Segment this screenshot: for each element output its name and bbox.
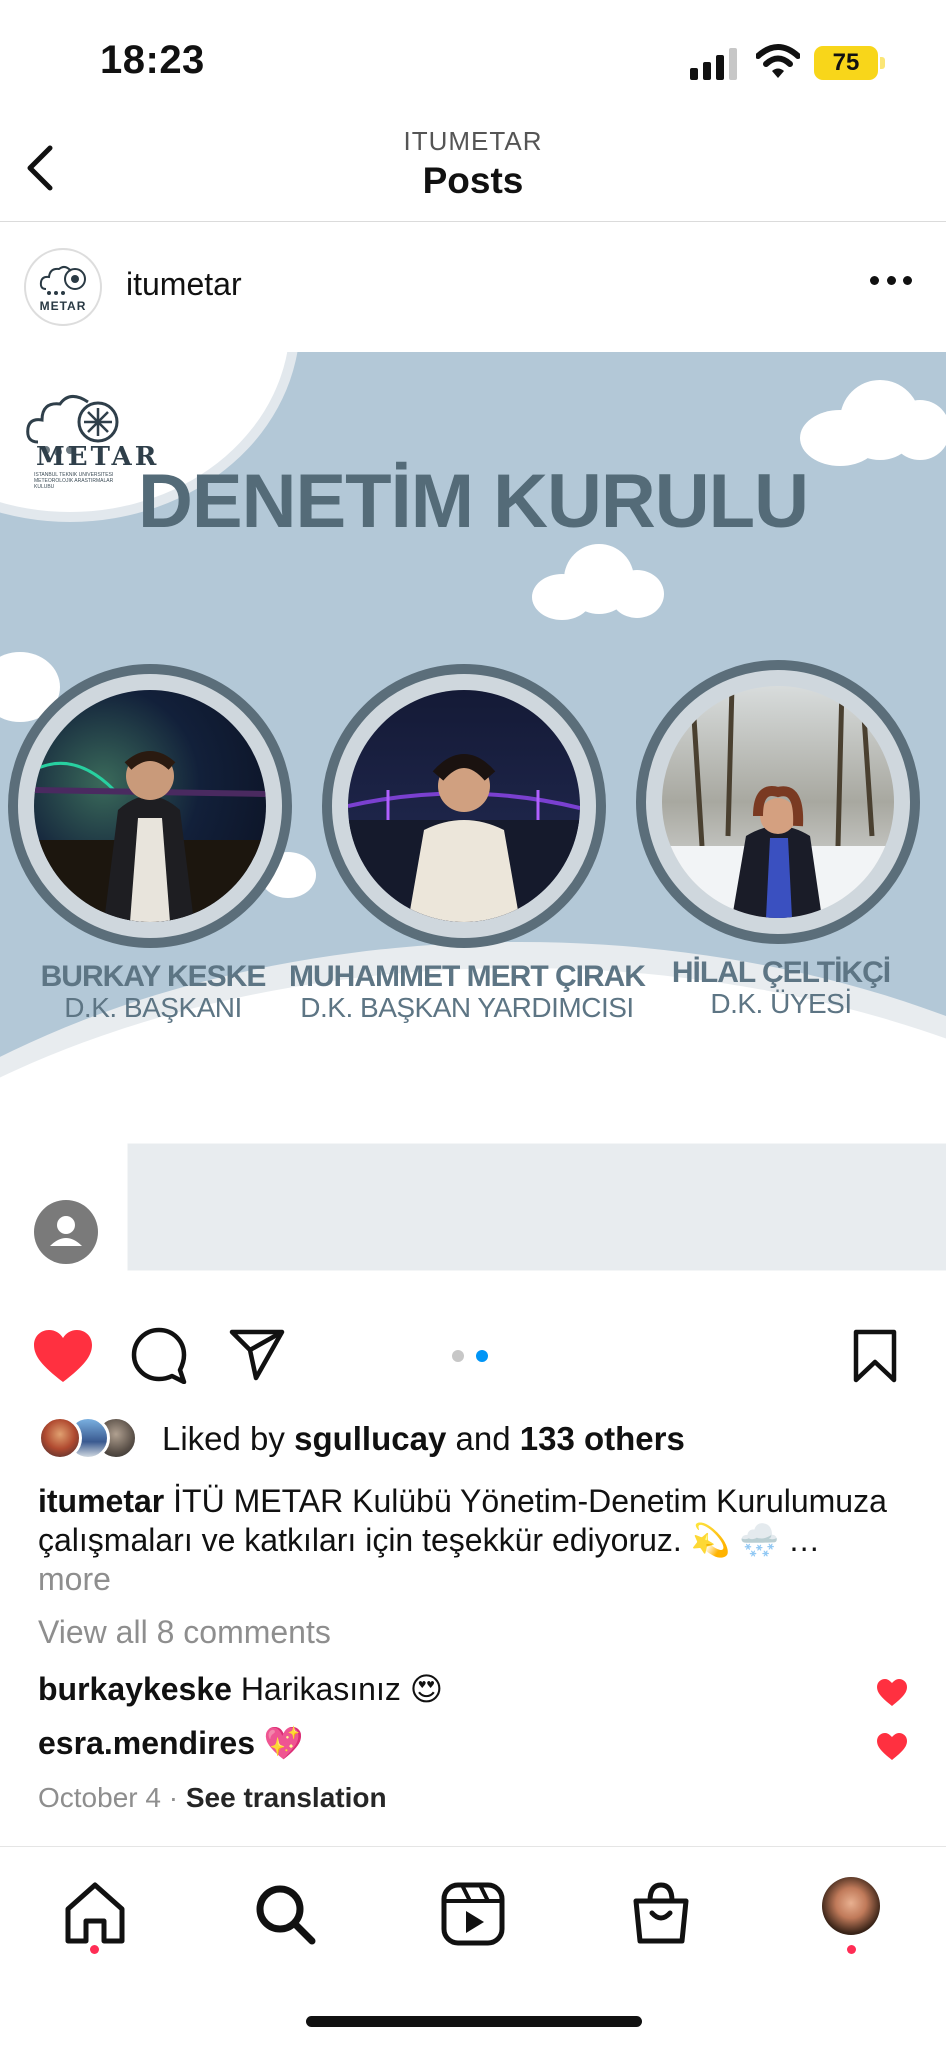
member-photo (662, 686, 894, 918)
comment-row: esra.mendires 💖 (38, 1724, 918, 1770)
avatar-logo-text: METAR (39, 299, 87, 313)
caption: itumetar İTÜ METAR Kulübü Yönetim-Deneti… (38, 1482, 898, 1599)
status-time: 18:23 (100, 38, 205, 82)
comment-row: burkaykeske Harikasınız 😍 (38, 1670, 918, 1716)
see-translation-link[interactable]: See translation (186, 1782, 387, 1813)
member-photo-frame (322, 664, 606, 948)
meta-separator: · (168, 1782, 179, 1813)
member-photo (34, 690, 266, 922)
home-icon[interactable] (60, 1879, 130, 1949)
member-photo-frame (8, 664, 292, 948)
account-name: ITUMETAR (403, 126, 543, 156)
member-photo-frame (636, 660, 920, 944)
comment-username[interactable]: esra.mendires (38, 1725, 255, 1761)
liker-username[interactable]: sgullucay (294, 1420, 446, 1457)
view-all-comments-link[interactable]: View all 8 comments (38, 1614, 331, 1651)
signal-icon (690, 48, 737, 80)
comment-text: Harikasınız 😍 (240, 1671, 444, 1707)
member-name: HİLAL ÇELTİKÇİ (671, 956, 891, 989)
carousel-dot (452, 1350, 464, 1362)
user-tag-icon[interactable] (34, 1200, 98, 1264)
post-header: METAR itumetar (0, 222, 946, 352)
shop-bag-icon[interactable] (626, 1879, 696, 1949)
share-send-icon[interactable] (228, 1328, 286, 1382)
likes-row[interactable]: Liked by sgullucay and 133 others (38, 1416, 918, 1460)
cloud-decoration (800, 370, 946, 470)
cloud-decoration (532, 544, 664, 624)
post-image[interactable]: METAR ISTANBUL TEKNIK UNIVERSITESI METEO… (0, 352, 946, 1276)
post-date: October 4 (38, 1782, 161, 1813)
page-title: Posts (422, 160, 524, 201)
comment-username[interactable]: burkaykeske (38, 1671, 232, 1707)
reels-icon[interactable] (438, 1879, 508, 1949)
more-options-icon[interactable] (870, 276, 912, 290)
post-avatar[interactable]: METAR (24, 248, 102, 326)
liker-avatar (38, 1416, 82, 1460)
home-notification-dot (90, 1945, 99, 1954)
search-icon[interactable] (250, 1879, 320, 1949)
comment-text: 💖 (263, 1725, 304, 1761)
likes-count[interactable]: 133 others (520, 1420, 685, 1457)
member-role: D.K. ÜYESİ (710, 988, 852, 1019)
post-meta: October 4 · See translation (38, 1782, 387, 1814)
home-indicator (306, 2016, 642, 2027)
nav-header: ITUMETAR Posts (0, 120, 946, 222)
like-heart-icon[interactable] (32, 1328, 94, 1384)
image-title: DENETİM KURULU (138, 459, 809, 544)
battery-icon: 75 (814, 46, 886, 80)
caption-text: İTÜ METAR Kulübü Yönetim-Denetim Kurulum… (38, 1483, 887, 1558)
caption-username[interactable]: itumetar (38, 1483, 164, 1519)
wifi-icon (756, 44, 800, 78)
bookmark-icon[interactable] (852, 1328, 898, 1384)
battery-level: 75 (814, 46, 878, 80)
caption-more-link[interactable]: more (38, 1561, 111, 1597)
action-bar (0, 1310, 946, 1400)
member-photo (348, 690, 580, 922)
comment-like-heart-icon[interactable] (876, 1732, 908, 1762)
carousel-indicator (452, 1350, 492, 1362)
profile-avatar-tab[interactable] (822, 1877, 880, 1935)
profile-notification-dot (847, 1945, 856, 1954)
comment-like-heart-icon[interactable] (876, 1678, 908, 1708)
status-bar: 18:23 75 (0, 0, 946, 120)
post-username[interactable]: itumetar (126, 266, 242, 303)
cloud-logo-icon (39, 265, 86, 295)
comment-icon[interactable] (130, 1326, 188, 1384)
carousel-dot-active (476, 1350, 488, 1362)
likes-text: Liked by sgullucay and 133 others (162, 1420, 685, 1457)
